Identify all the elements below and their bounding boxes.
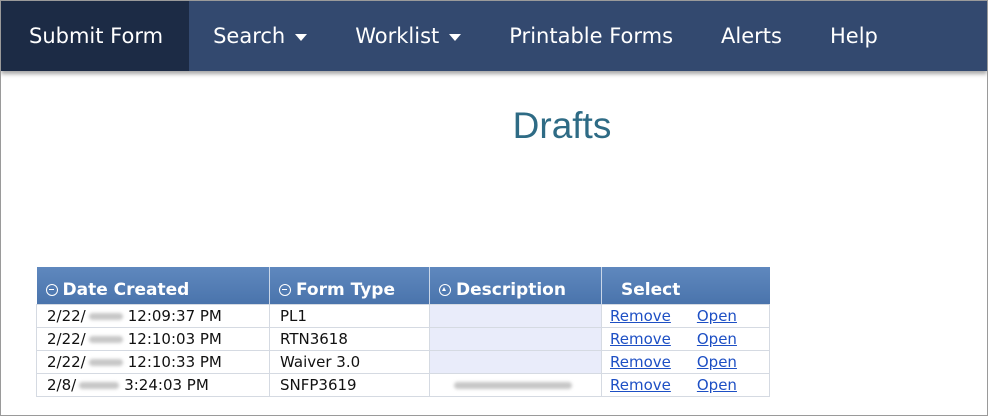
nav-label: Search xyxy=(213,24,286,48)
nav-label: Worklist xyxy=(355,24,440,48)
date-created-cell: 2/22/12:10:33 PM xyxy=(36,349,270,374)
date-prefix: 2/22/ xyxy=(47,352,86,371)
page-title: Drafts xyxy=(512,105,612,146)
browser-frame: Submit Form Search Worklist Printable Fo… xyxy=(0,0,988,416)
open-link[interactable]: Open xyxy=(697,353,737,371)
nav-printable-forms[interactable]: Printable Forms xyxy=(485,1,697,71)
sort-ascending-icon xyxy=(439,283,451,296)
date-created-cell: 2/8/3:24:03 PM xyxy=(36,372,270,397)
form-type-cell: SNFP3619 xyxy=(269,372,430,397)
redacted-year xyxy=(88,312,123,320)
select-cell: Remove Open xyxy=(601,349,770,374)
remove-link[interactable]: Remove xyxy=(610,376,671,394)
table-row: 2/22/12:09:37 PM PL1 Remove Open xyxy=(36,303,770,328)
open-link[interactable]: Open xyxy=(697,330,737,348)
time-text: 12:09:37 PM xyxy=(127,306,222,325)
description-cell xyxy=(429,349,602,374)
nav-worklist[interactable]: Worklist xyxy=(331,1,485,71)
redacted-year xyxy=(79,381,120,389)
open-link[interactable]: Open xyxy=(697,307,737,325)
nav-label: Submit Form xyxy=(29,24,164,48)
table-row: 2/8/3:24:03 PM SNFP3619 Remove Open xyxy=(36,372,770,397)
date-prefix: 2/22/ xyxy=(47,329,86,348)
date-prefix: 2/8/ xyxy=(47,375,77,394)
redacted-description xyxy=(454,381,572,389)
nav-help[interactable]: Help xyxy=(806,1,902,71)
table-row: 2/22/12:10:03 PM RTN3618 Remove Open xyxy=(36,326,770,351)
time-text: 12:10:33 PM xyxy=(127,352,222,371)
caret-down-icon xyxy=(449,34,462,41)
remove-link[interactable]: Remove xyxy=(610,330,671,348)
description-cell xyxy=(429,303,602,328)
redacted-year xyxy=(88,335,123,343)
column-header-date-created[interactable]: Date Created xyxy=(36,267,270,304)
date-prefix: 2/22/ xyxy=(47,306,86,325)
remove-link[interactable]: Remove xyxy=(610,353,671,371)
nav-label: Alerts xyxy=(721,24,782,48)
column-label: Form Type xyxy=(296,279,395,300)
caret-down-icon xyxy=(295,34,308,41)
select-cell: Remove Open xyxy=(601,326,770,351)
column-header-form-type[interactable]: Form Type xyxy=(269,267,430,304)
time-text: 12:10:03 PM xyxy=(127,329,222,348)
column-label: Date Created xyxy=(62,279,190,300)
nav-alerts[interactable]: Alerts xyxy=(697,1,806,71)
column-header-description[interactable]: Description xyxy=(429,267,602,304)
date-created-cell: 2/22/12:09:37 PM xyxy=(36,303,270,328)
form-type-cell: RTN3618 xyxy=(269,326,430,351)
column-label: Description xyxy=(456,279,566,300)
form-type-cell: Waiver 3.0 xyxy=(269,349,430,374)
open-link[interactable]: Open xyxy=(697,376,737,394)
table-header-row: Date Created Form Type Description Selec… xyxy=(36,267,770,304)
nav-label: Help xyxy=(829,24,878,48)
collapse-circle-icon xyxy=(45,283,58,296)
description-cell xyxy=(429,372,602,397)
form-type-cell: PL1 xyxy=(269,303,430,328)
redacted-year xyxy=(88,358,123,366)
column-header-select: Select xyxy=(601,267,770,304)
drafts-table: Date Created Form Type Description Selec… xyxy=(36,267,770,397)
time-text: 3:24:03 PM xyxy=(124,375,209,394)
nav-search[interactable]: Search xyxy=(189,1,331,71)
select-cell: Remove Open xyxy=(601,372,770,397)
column-label: Select xyxy=(621,279,681,300)
select-cell: Remove Open xyxy=(601,303,770,328)
nav-label: Printable Forms xyxy=(509,24,674,48)
description-cell xyxy=(429,326,602,351)
top-navigation: Submit Form Search Worklist Printable Fo… xyxy=(1,1,987,71)
table-row: 2/22/12:10:33 PM Waiver 3.0 Remove Open xyxy=(36,349,770,374)
remove-link[interactable]: Remove xyxy=(610,307,671,325)
nav-submit-form[interactable]: Submit Form xyxy=(1,1,190,71)
collapse-circle-icon xyxy=(279,283,291,296)
date-created-cell: 2/22/12:10:03 PM xyxy=(36,326,270,351)
